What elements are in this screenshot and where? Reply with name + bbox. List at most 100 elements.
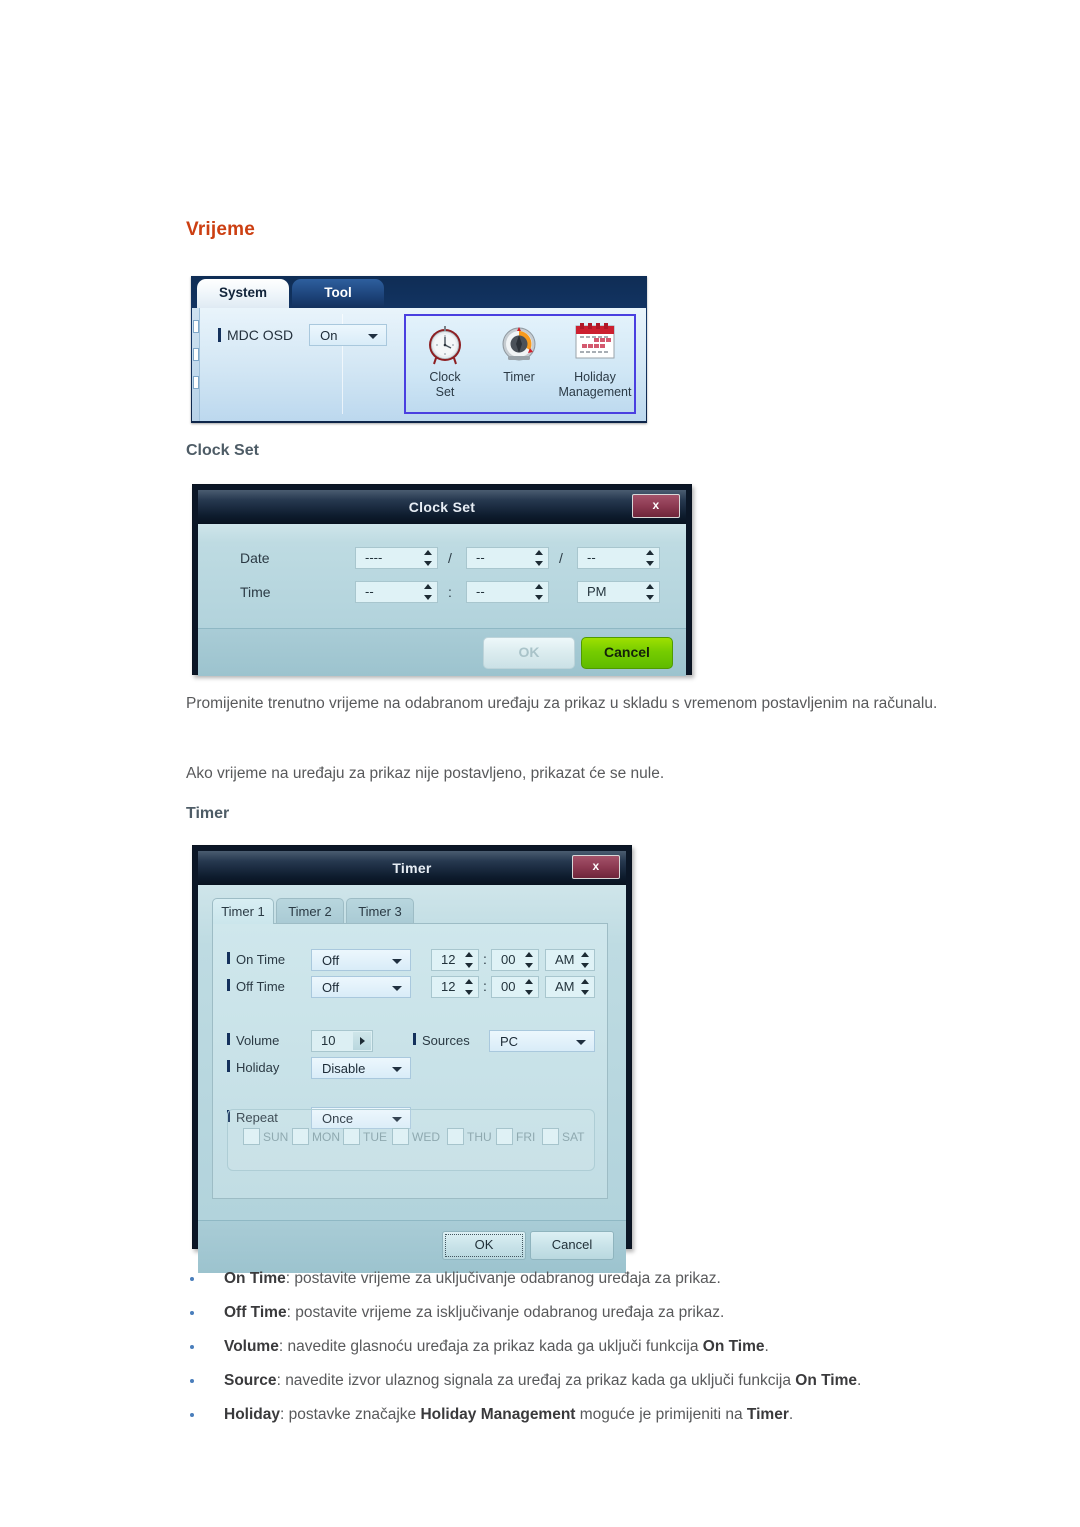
bullet-dot-icon — [190, 1311, 194, 1315]
holiday-management-button[interactable]: Holiday Management — [554, 320, 636, 400]
checkbox-box[interactable] — [292, 1128, 309, 1145]
spinner-arrows-icon[interactable] — [422, 549, 435, 567]
bullet-sep: : — [276, 1372, 286, 1389]
paragraph-clock-set-1: Promijenite trenutno vrijeme na odabrano… — [186, 695, 938, 712]
on-time-row: On Time Off 12 : 00 AM — [213, 949, 607, 973]
paragraph-clock-set-2: Ako vrijeme na uređaju za prikaz nije po… — [186, 765, 665, 782]
checkbox-mon-label: MON — [312, 1130, 340, 1144]
field-marker-icon — [218, 328, 221, 342]
checkbox-tue-label: TUE — [363, 1130, 387, 1144]
on-time-mode-select[interactable]: Off — [311, 949, 411, 971]
timer-dialog: Timer x Timer 1 Timer 2 Timer 3 On Time … — [192, 845, 632, 1273]
bullet-text-2: . — [857, 1372, 862, 1389]
time-minute-spinner[interactable]: -- — [466, 581, 549, 603]
tab-timer-2[interactable]: Timer 2 — [276, 898, 344, 924]
bullet-term: Off Time — [224, 1304, 287, 1321]
spinner-arrows-icon[interactable] — [533, 583, 546, 601]
spinner-arrows-icon[interactable] — [579, 978, 592, 996]
checkbox-box[interactable] — [343, 1128, 360, 1145]
holiday-select[interactable]: Disable — [311, 1057, 411, 1079]
clock-set-icon — [408, 320, 482, 368]
checkbox-fri-label: FRI — [516, 1130, 536, 1144]
timer-titlebar: Timer x — [198, 851, 626, 885]
checkbox-box[interactable] — [542, 1128, 559, 1145]
time-meridiem-spinner[interactable]: PM — [577, 581, 660, 603]
holiday-label-line2: Management — [558, 385, 632, 399]
off-time-minute-spinner[interactable]: 00 — [491, 976, 539, 998]
off-time-separator: : — [483, 978, 487, 994]
sources-label: Sources — [413, 1033, 470, 1048]
time-label: Time — [240, 584, 271, 600]
spinner-arrows-icon[interactable] — [644, 583, 657, 601]
off-time-meridiem-spinner[interactable]: AM — [545, 976, 595, 998]
tab-timer-1[interactable]: Timer 1 — [212, 898, 274, 924]
on-time-meridiem-spinner[interactable]: AM — [545, 949, 595, 971]
volume-label: Volume — [227, 1033, 279, 1048]
tab-tool[interactable]: Tool — [292, 279, 384, 308]
bullet-text-3: . — [788, 1406, 794, 1423]
spinner-arrows-icon[interactable] — [579, 951, 592, 969]
spinner-arrows-icon[interactable] — [463, 978, 476, 996]
bullet-term: On Time — [224, 1270, 286, 1287]
bullet-term: Volume — [224, 1338, 279, 1355]
mdc-tabstrip: System Tool — [191, 276, 647, 308]
on-time-minute-spinner[interactable]: 00 — [491, 949, 539, 971]
spinner-arrows-icon[interactable] — [533, 549, 546, 567]
checkbox-wed-label: WED — [412, 1130, 440, 1144]
holiday-management-icon — [554, 320, 636, 368]
section-title-timer: Timer — [186, 805, 230, 822]
holiday-label: Holiday — [227, 1060, 279, 1075]
sources-select[interactable]: PC — [489, 1030, 595, 1052]
off-time-label: Off Time — [227, 979, 285, 994]
clock-set-dialog: Clock Set x Date ---- / -- / -- Time -- … — [192, 484, 692, 676]
clock-set-button[interactable]: Clock Set — [408, 320, 482, 400]
volume-sources-row: Volume 10 Sources PC — [213, 1030, 607, 1054]
bullet-text: postavke značajke — [288, 1406, 421, 1423]
checkbox-box[interactable] — [496, 1128, 513, 1145]
spinner-arrows-icon[interactable] — [463, 951, 476, 969]
timer-ok-button[interactable]: OK — [442, 1231, 526, 1260]
close-icon[interactable]: x — [632, 494, 680, 518]
chevron-down-icon — [392, 1067, 402, 1072]
checkbox-box[interactable] — [392, 1128, 409, 1145]
list-item: Holiday: postavke značajke Holiday Manag… — [186, 1398, 1006, 1432]
clock-set-cancel-button[interactable]: Cancel — [581, 637, 673, 669]
mdc-panel-body: MDC OSD On Clock Set Timer Holiday Manag… — [192, 308, 646, 421]
off-time-mode-select[interactable]: Off — [311, 976, 411, 998]
bullet-dot-icon — [190, 1345, 194, 1349]
timer-cancel-button[interactable]: Cancel — [530, 1231, 614, 1260]
spinner-arrows-icon[interactable] — [422, 583, 435, 601]
on-time-hour-spinner[interactable]: 12 — [431, 949, 479, 971]
spinner-arrows-icon[interactable] — [523, 978, 536, 996]
chevron-down-icon — [392, 986, 402, 991]
clock-set-ok-button[interactable]: OK — [483, 637, 575, 669]
volume-stepper[interactable]: 10 — [311, 1030, 373, 1052]
bullet-text: postavite vrijeme za uključivanje odabra… — [294, 1270, 721, 1287]
date-month-spinner[interactable]: -- — [466, 547, 549, 569]
mdc-osd-select[interactable]: On — [309, 324, 388, 346]
holiday-row: Holiday Disable — [213, 1057, 607, 1081]
volume-increase-icon[interactable] — [353, 1032, 371, 1050]
mdc-left-stub — [192, 308, 200, 421]
clock-set-label-line1: Clock — [429, 370, 461, 384]
off-time-hour-spinner[interactable]: 12 — [431, 976, 479, 998]
page-title: Vrijeme — [186, 219, 256, 240]
checkbox-box[interactable] — [243, 1128, 260, 1145]
stub-mark-2 — [193, 348, 199, 361]
bullet-text-2: moguće je primijeniti na — [575, 1406, 747, 1423]
bullet-text: postavite vrijeme za isključivanje odabr… — [295, 1304, 725, 1321]
timer-button[interactable]: Timer — [482, 320, 556, 385]
checkbox-box[interactable] — [447, 1128, 464, 1145]
tab-timer-3[interactable]: Timer 3 — [346, 898, 414, 924]
timer-icon — [482, 320, 556, 368]
field-marker-icon — [413, 1033, 416, 1045]
time-hour-spinner[interactable]: -- — [355, 581, 438, 603]
date-day-spinner[interactable]: -- — [577, 547, 660, 569]
date-year-spinner[interactable]: ---- — [355, 547, 438, 569]
spinner-arrows-icon[interactable] — [644, 549, 657, 567]
close-icon[interactable]: x — [572, 855, 620, 879]
tab-system[interactable]: System — [197, 279, 289, 308]
spinner-arrows-icon[interactable] — [523, 951, 536, 969]
bullet-term-2: Holiday Management — [420, 1406, 576, 1423]
section-title-clock-set: Clock Set — [186, 442, 259, 459]
